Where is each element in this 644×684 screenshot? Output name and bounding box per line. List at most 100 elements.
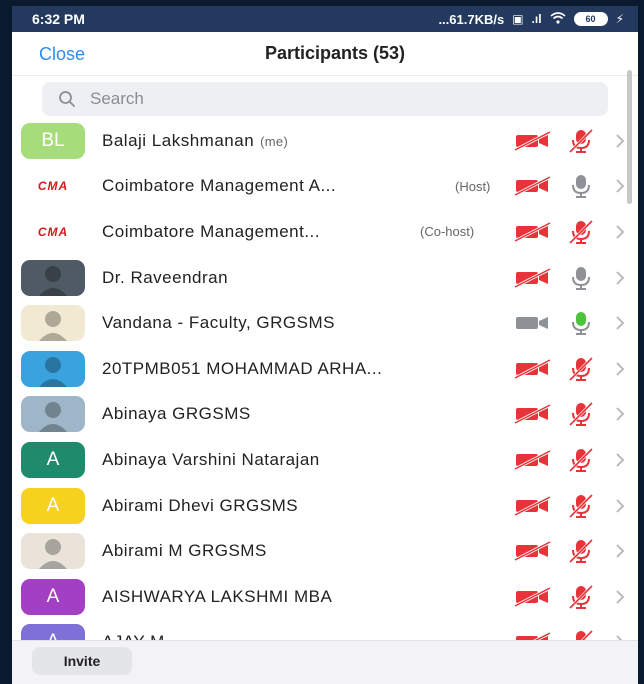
mic-icon[interactable]	[568, 310, 594, 336]
participant-row[interactable]: CMA Coimbatore Management A... (Host)	[12, 164, 632, 210]
header: Close Participants (53)	[12, 32, 638, 76]
mic-muted-icon[interactable]	[568, 401, 594, 427]
avatar	[21, 533, 85, 570]
photo-placeholder	[39, 539, 67, 570]
participant-row[interactable]: Abinaya GRGSMS	[12, 392, 632, 438]
participant-row[interactable]: A AISHWARYA LAKSHMI MBA	[12, 574, 632, 620]
cma-logo: CMA	[37, 179, 69, 194]
avatar-initials: A	[46, 494, 60, 516]
participant-role-tag: (Host)	[455, 178, 491, 194]
participant-name-text: Abirami M GRGSMS	[102, 541, 267, 561]
participant-row[interactable]: A Abinaya Varshini Natarajan	[12, 437, 632, 483]
scrollbar[interactable]	[627, 70, 632, 204]
chevron-right-icon[interactable]	[614, 589, 626, 605]
chevron-right-icon[interactable]	[614, 133, 626, 149]
chevron-right-icon[interactable]	[614, 498, 626, 514]
participant-name: Abinaya Varshini Natarajan	[102, 450, 320, 470]
video-off-icon[interactable]	[514, 540, 552, 562]
photo-placeholder	[39, 356, 67, 387]
participant-name: Abirami M GRGSMS	[102, 541, 267, 561]
photo-placeholder	[39, 402, 67, 433]
avatar-initials: A	[47, 631, 60, 640]
mic-muted-icon[interactable]	[568, 356, 594, 382]
chevron-right-icon[interactable]	[614, 543, 626, 559]
footer: Invite	[12, 640, 638, 684]
chevron-right-icon[interactable]	[614, 361, 626, 377]
participant-name-text: Abirami Dhevi GRGSMS	[102, 495, 299, 515]
search-input[interactable]: Search	[42, 82, 608, 116]
avatar: A	[21, 441, 85, 478]
search-icon	[59, 91, 75, 107]
participant-name: Coimbatore Management...	[102, 222, 320, 242]
network-speed: ...61.7KB/s	[438, 11, 505, 27]
mic-icon[interactable]	[568, 265, 594, 291]
video-off-icon[interactable]	[514, 586, 552, 608]
video-off-icon[interactable]	[514, 358, 552, 380]
chevron-right-icon[interactable]	[614, 270, 626, 286]
mic-muted-icon[interactable]	[568, 128, 594, 154]
cma-logo: CMA	[37, 224, 69, 239]
avatar-initials: A	[46, 448, 60, 470]
photo-placeholder	[39, 265, 67, 296]
mic-muted-icon[interactable]	[568, 493, 594, 519]
page-title: Participants (53)	[264, 43, 406, 63]
participant-name-text: Abinaya GRGSMS	[102, 404, 251, 424]
status-bar: 6:32 PM ...61.7KB/s ▣ .ıl 60 ⚡	[12, 6, 638, 32]
mic-muted-icon[interactable]	[568, 538, 594, 564]
participant-name: Abirami Dhevi GRGSMS	[102, 496, 298, 516]
participant-row[interactable]: Vandana - Faculty, GRGSMS	[12, 300, 632, 346]
avatar-initials: BL	[41, 129, 65, 151]
phone-screen: 6:32 PM ...61.7KB/s ▣ .ıl 60 ⚡ Close Par…	[12, 6, 638, 684]
participant-row[interactable]: A Abirami Dhevi GRGSMS	[12, 483, 632, 529]
mic-muted-icon[interactable]	[568, 219, 594, 245]
participant-tag: (me)	[260, 133, 289, 149]
participant-name: AISHWARYA LAKSHMI MBA	[102, 587, 332, 607]
participant-row[interactable]: Dr. Raveendran	[12, 255, 632, 301]
chevron-right-icon[interactable]	[614, 178, 626, 194]
video-off-icon[interactable]	[514, 130, 552, 152]
video-off-icon[interactable]	[514, 495, 552, 517]
participant-name-text: Vandana - Faculty, GRGSMS	[102, 313, 335, 333]
mic-muted-icon[interactable]	[568, 629, 594, 640]
chevron-right-icon[interactable]	[614, 452, 626, 468]
video-off-icon[interactable]	[514, 175, 552, 197]
participant-name-text: 20TPMB051 MOHAMMAD ARHA...	[102, 358, 383, 378]
participant-name: 20TPMB051 MOHAMMAD ARHA...	[102, 359, 382, 379]
participant-name: AJAY M	[102, 632, 165, 640]
signal-icon: .ıl	[531, 12, 542, 26]
participant-row[interactable]: BL Balaji Lakshmanan (me)	[12, 118, 632, 164]
participant-name-text: Dr. Raveendran	[102, 267, 229, 287]
invite-button[interactable]: Invite	[32, 647, 132, 675]
video-off-icon[interactable]	[514, 449, 552, 471]
chevron-right-icon[interactable]	[614, 224, 626, 240]
chevron-right-icon[interactable]	[614, 315, 626, 331]
participant-row[interactable]: CMA Coimbatore Management... (Co-host)	[12, 209, 632, 255]
mic-muted-icon[interactable]	[568, 584, 594, 610]
avatar-initials: A	[46, 585, 60, 607]
search-placeholder: Search	[90, 89, 144, 108]
participant-name-text: Balaji Lakshmanan	[102, 130, 255, 150]
video-off-icon[interactable]	[514, 267, 552, 289]
video-off-icon[interactable]	[514, 221, 552, 243]
video-off-icon[interactable]	[514, 403, 552, 425]
avatar: A	[21, 487, 85, 524]
participant-row[interactable]: A AJAY M	[12, 620, 632, 640]
avatar: A	[21, 578, 85, 615]
participant-name: Abinaya GRGSMS	[102, 404, 251, 424]
participant-name: Vandana - Faculty, GRGSMS	[102, 313, 335, 333]
participant-list[interactable]: BL Balaji Lakshmanan (me) CMA Coimbatore Man…	[12, 118, 632, 640]
avatar	[21, 259, 85, 296]
avatar	[21, 396, 85, 433]
participant-name: Coimbatore Management A...	[102, 176, 336, 196]
participant-name-text: Abinaya Varshini Natarajan	[102, 449, 320, 469]
participant-row[interactable]: 20TPMB051 MOHAMMAD ARHA...	[12, 346, 632, 392]
avatar: A	[21, 624, 85, 640]
video-on-icon[interactable]	[514, 312, 552, 334]
participant-name-text: Coimbatore Management...	[102, 221, 320, 241]
chevron-right-icon[interactable]	[614, 406, 626, 422]
mic-icon[interactable]	[568, 173, 594, 199]
search-container: Search	[12, 76, 638, 122]
participant-row[interactable]: Abirami M GRGSMS	[12, 528, 632, 574]
video-off-icon[interactable]	[514, 631, 552, 640]
mic-muted-icon[interactable]	[568, 447, 594, 473]
